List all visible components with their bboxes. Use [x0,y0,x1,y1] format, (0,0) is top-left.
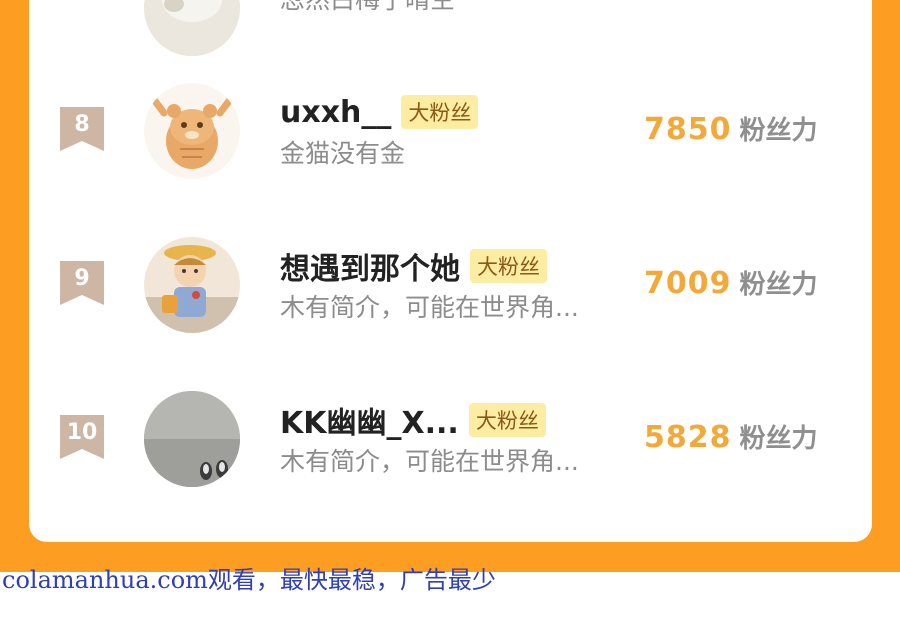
rank-number: 8 [74,112,90,137]
name-line: 想遇到那个她 大粉丝 [280,244,547,288]
user-bio: 忽然白梅了晴空 [280,0,455,16]
avatar[interactable] [144,391,240,487]
avatar[interactable] [144,237,240,333]
anime-character-avatar-icon [144,237,240,333]
tiger-cartoon-avatar-icon [144,83,240,179]
name-line: uxxh__ 大粉丝 [280,92,479,132]
rank-number: 10 [66,420,98,445]
username[interactable]: KK幽幽_X... [280,398,459,442]
watermark-text: colamanhua.com观看，最快最稳，广告最少 [2,566,496,594]
leaderboard-card: 忽然白梅了晴空 8 [29,0,872,542]
username[interactable]: uxxh__ [280,95,391,130]
score-value: 7009 [644,266,732,301]
rank-badge: 9 [60,261,104,305]
fan-level-tag: 大粉丝 [401,95,479,129]
user-bio: 木有简介，可能在世界角... [280,293,579,322]
leaderboard-row[interactable]: 8 uxxh__ 大粉丝 金猫没有金 7850 粉丝力 [29,80,872,210]
score-value: 7850 [644,112,732,147]
score-unit: 粉丝力 [739,270,818,300]
username[interactable]: 想遇到那个她 [280,244,460,288]
user-bio: 木有简介，可能在世界角... [280,447,579,476]
user-bio: 金猫没有金 [280,139,406,168]
gray-photo-avatar-icon [144,391,240,487]
leaderboard-row[interactable]: 9 想遇到那个她 大粉丝 木有简介，可能在世界角... 7009 粉丝力 [29,234,872,364]
rank-badge: 10 [60,415,104,459]
name-line: KK幽幽_X... 大粉丝 [280,398,546,442]
score-value: 5828 [644,420,732,455]
fan-score: 7009 粉丝力 [644,264,818,301]
avatar[interactable] [144,0,240,56]
fan-level-tag: 大粉丝 [470,249,547,283]
avatar[interactable] [144,83,240,179]
rank-badge: 8 [60,107,104,151]
fan-level-tag: 大粉丝 [468,403,546,437]
fan-score: 5828 粉丝力 [644,418,818,455]
fan-score: 7850 粉丝力 [644,110,818,147]
score-unit: 粉丝力 [739,116,818,146]
score-unit: 粉丝力 [739,424,818,454]
leaderboard-row[interactable]: 10 KK幽幽_X... 大粉丝 木有简介，可能在世界角... 5828 粉丝力 [29,388,872,518]
rank-number: 9 [74,266,90,291]
